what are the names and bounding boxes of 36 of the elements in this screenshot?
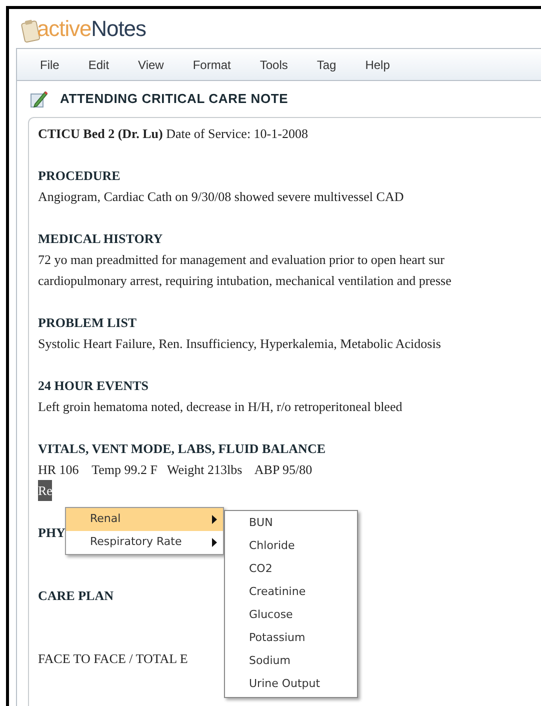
submenu-item[interactable]: Chloride: [225, 535, 357, 558]
menu-item[interactable]: Help: [365, 56, 390, 74]
section-heading: FACE TO FACE / TOTAL E: [38, 650, 188, 668]
context-menu-item[interactable]: Renal: [66, 508, 223, 531]
note-text: Left groin hematoma noted, decrease in H/H, r/o retroperitoneal bleed: [38, 398, 402, 416]
app-logo: activeNotes: [37, 15, 146, 44]
section-heading: PROBLEM LIST: [38, 314, 137, 332]
note-header: CTICU Bed 2 (Dr. Lu) Date of Service: 10-1-2008: [38, 126, 308, 141]
pencil-icon: [30, 90, 48, 108]
submenu-item[interactable]: Sodium: [225, 650, 357, 673]
context-menu-item[interactable]: Respiratory Rate: [66, 531, 223, 554]
menu-item[interactable]: Tag: [316, 56, 336, 74]
note-text: Angiogram, Cardiac Cath on 9/30/08 showed severe multivessel CAD: [38, 188, 404, 206]
submenu-item[interactable]: Potassium: [225, 627, 357, 650]
menu-item[interactable]: View: [138, 56, 164, 74]
note-text: Systolic Heart Failure, Ren. Insufficiency, Hyperkalemia, Metabolic Acidosis: [38, 335, 441, 353]
submenu-item[interactable]: Glucose: [225, 604, 357, 627]
submenu-item[interactable]: CO2: [225, 558, 357, 581]
menu-item[interactable]: Tools: [260, 56, 288, 74]
menu-item[interactable]: Format: [192, 56, 231, 74]
section-heading: PHY: [38, 524, 66, 542]
submenu-item[interactable]: Creatinine: [225, 581, 357, 604]
section-heading: VITALS, VENT MODE, LABS, FLUID BALANCE: [38, 440, 326, 458]
section-heading: PROCEDURE: [38, 167, 120, 185]
note-text: Re: [38, 480, 52, 501]
submenu-item[interactable]: Urine Output: [225, 673, 357, 696]
section-heading: CARE PLAN: [38, 587, 114, 605]
note-text: 72 yo man preadmitted for management and evaluation prior to open heart sur: [38, 251, 444, 269]
note-text: HR 106 Temp 99.2 F Weight 213lbs ABP 95/80: [38, 461, 312, 479]
menu-item[interactable]: File: [40, 56, 60, 74]
section-heading: 24 HOUR EVENTS: [38, 377, 149, 395]
note-title: ATTENDING CRITICAL CARE NOTE: [60, 90, 288, 108]
menu-item[interactable]: Edit: [88, 56, 110, 74]
submenu-item[interactable]: BUN: [225, 512, 357, 535]
section-heading: MEDICAL HISTORY: [38, 230, 163, 248]
note-text: cardiopulmonary arrest, requiring intubation, mechanical ventilation and presse: [38, 272, 452, 290]
